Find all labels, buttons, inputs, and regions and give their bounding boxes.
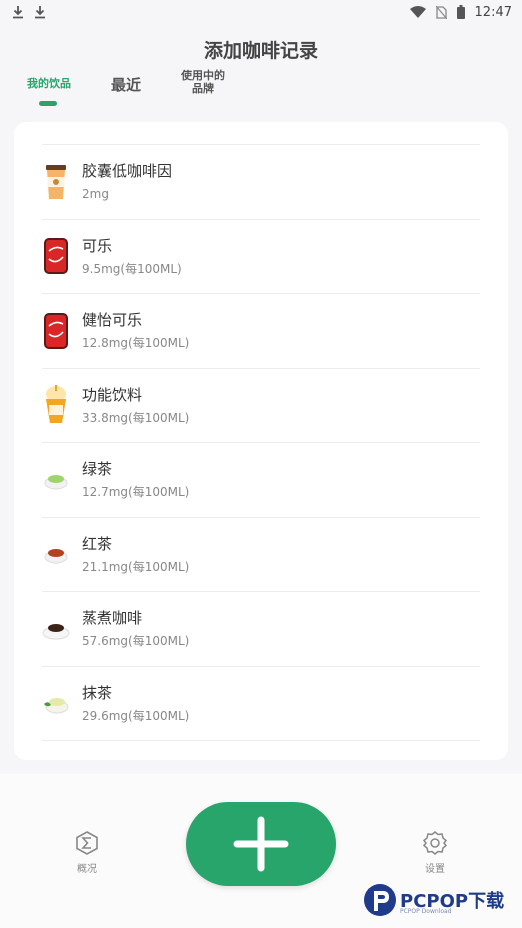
status-right: 12:47: [409, 4, 512, 20]
list-item[interactable]: 功能饮料 33.8mg(每100ML): [42, 369, 480, 443]
cola-can-icon: [42, 236, 70, 276]
wifi-icon: [409, 6, 426, 18]
list-item[interactable]: 健怡可乐 12.8mg(每100ML): [42, 294, 480, 369]
status-left: [12, 5, 46, 19]
list-item[interactable]: 抹茶 29.6mg(每100ML): [42, 667, 480, 741]
drink-text: 胶囊低咖啡因 2mg: [82, 161, 172, 202]
download-icon: [13, 6, 23, 19]
drink-name: 可乐: [82, 236, 113, 255]
watermark: PCPOP下载 PCPOP Download: [362, 880, 518, 920]
nav-overview[interactable]: 概况: [66, 830, 108, 875]
nav-settings-label: 设置: [425, 864, 445, 875]
page-title: 添加咖啡记录: [203, 40, 318, 62]
drink-amount: 21.1mg(每100ML): [82, 559, 190, 574]
cola-can-icon: [42, 311, 70, 351]
plus-icon: [233, 816, 289, 872]
drink-amount: 9.5mg(每100ML): [82, 261, 182, 276]
download-icon: [35, 6, 45, 19]
pcpop-logo-icon: [364, 884, 396, 916]
drink-text: 功能饮料 33.8mg(每100ML): [82, 385, 189, 426]
drink-name: 红茶: [82, 534, 113, 553]
tab-active-indicator: [39, 101, 57, 106]
drink-amount: 33.8mg(每100ML): [82, 410, 190, 425]
drink-text: 健怡可乐 12.8mg(每100ML): [82, 310, 189, 351]
tab-brands-in-use[interactable]: 使用中的品牌: [176, 69, 230, 95]
drink-name: 胶囊低咖啡因: [82, 162, 173, 181]
drink-amount: 2mg: [82, 187, 109, 202]
green-tea-icon: [42, 460, 70, 500]
nav-settings[interactable]: 设置: [414, 830, 456, 875]
add-drink-button[interactable]: [186, 802, 336, 886]
list-item[interactable]: 蒸煮咖啡 57.6mg(每100ML): [42, 592, 480, 667]
drinks-card: 胶囊低咖啡因 2mg 可乐 9.5mg(每100ML) 健怡可乐 12.8mg(…: [14, 122, 508, 760]
drink-amount: 12.8mg(每100ML): [82, 336, 190, 351]
black-tea-icon: [42, 534, 70, 574]
list-item[interactable]: 胶囊低咖啡因 2mg: [42, 145, 480, 220]
drink-text: 绿茶 12.7mg(每100ML): [82, 459, 189, 500]
tab-recent[interactable]: 最近: [106, 74, 146, 95]
status-bar: 12:47: [0, 0, 522, 24]
drink-name: 健怡可乐: [82, 311, 143, 330]
drink-name: 抹茶: [82, 683, 113, 702]
drink-amount: 57.6mg(每100ML): [82, 634, 190, 649]
energy-drink-icon: [42, 385, 70, 425]
drink-list: 胶囊低咖啡因 2mg 可乐 9.5mg(每100ML) 健怡可乐 12.8mg(…: [42, 145, 480, 741]
drink-text: 蒸煮咖啡 57.6mg(每100ML): [82, 608, 189, 649]
drink-amount: 29.6mg(每100ML): [82, 708, 190, 723]
status-time: 12:47: [474, 4, 512, 20]
list-item[interactable]: 绿茶 12.7mg(每100ML): [42, 443, 480, 518]
gear-icon: [422, 831, 448, 855]
drink-name: 功能饮料: [82, 385, 143, 404]
battery-icon: [456, 5, 465, 19]
nav-overview-label: 概况: [77, 864, 97, 875]
brewed-coffee-icon: [42, 609, 70, 649]
coffee-cup-icon: [42, 162, 70, 202]
watermark-sub: PCPOP Download: [400, 908, 452, 915]
drink-name: 蒸煮咖啡: [82, 609, 143, 628]
matcha-icon: [42, 683, 70, 723]
sigma-icon: [76, 831, 98, 855]
drink-amount: 12.7mg(每100ML): [82, 485, 190, 500]
list-item[interactable]: 可乐 9.5mg(每100ML): [42, 220, 480, 294]
list-item[interactable]: 红茶 21.1mg(每100ML): [42, 518, 480, 592]
tab-my-drinks[interactable]: 我的饮品: [22, 75, 76, 91]
drink-text: 抹茶 29.6mg(每100ML): [82, 683, 189, 724]
drink-name: 绿茶: [82, 460, 113, 479]
drink-text: 红茶 21.1mg(每100ML): [82, 534, 189, 575]
drink-text: 可乐 9.5mg(每100ML): [82, 236, 182, 277]
no-sim-icon: [435, 5, 447, 19]
